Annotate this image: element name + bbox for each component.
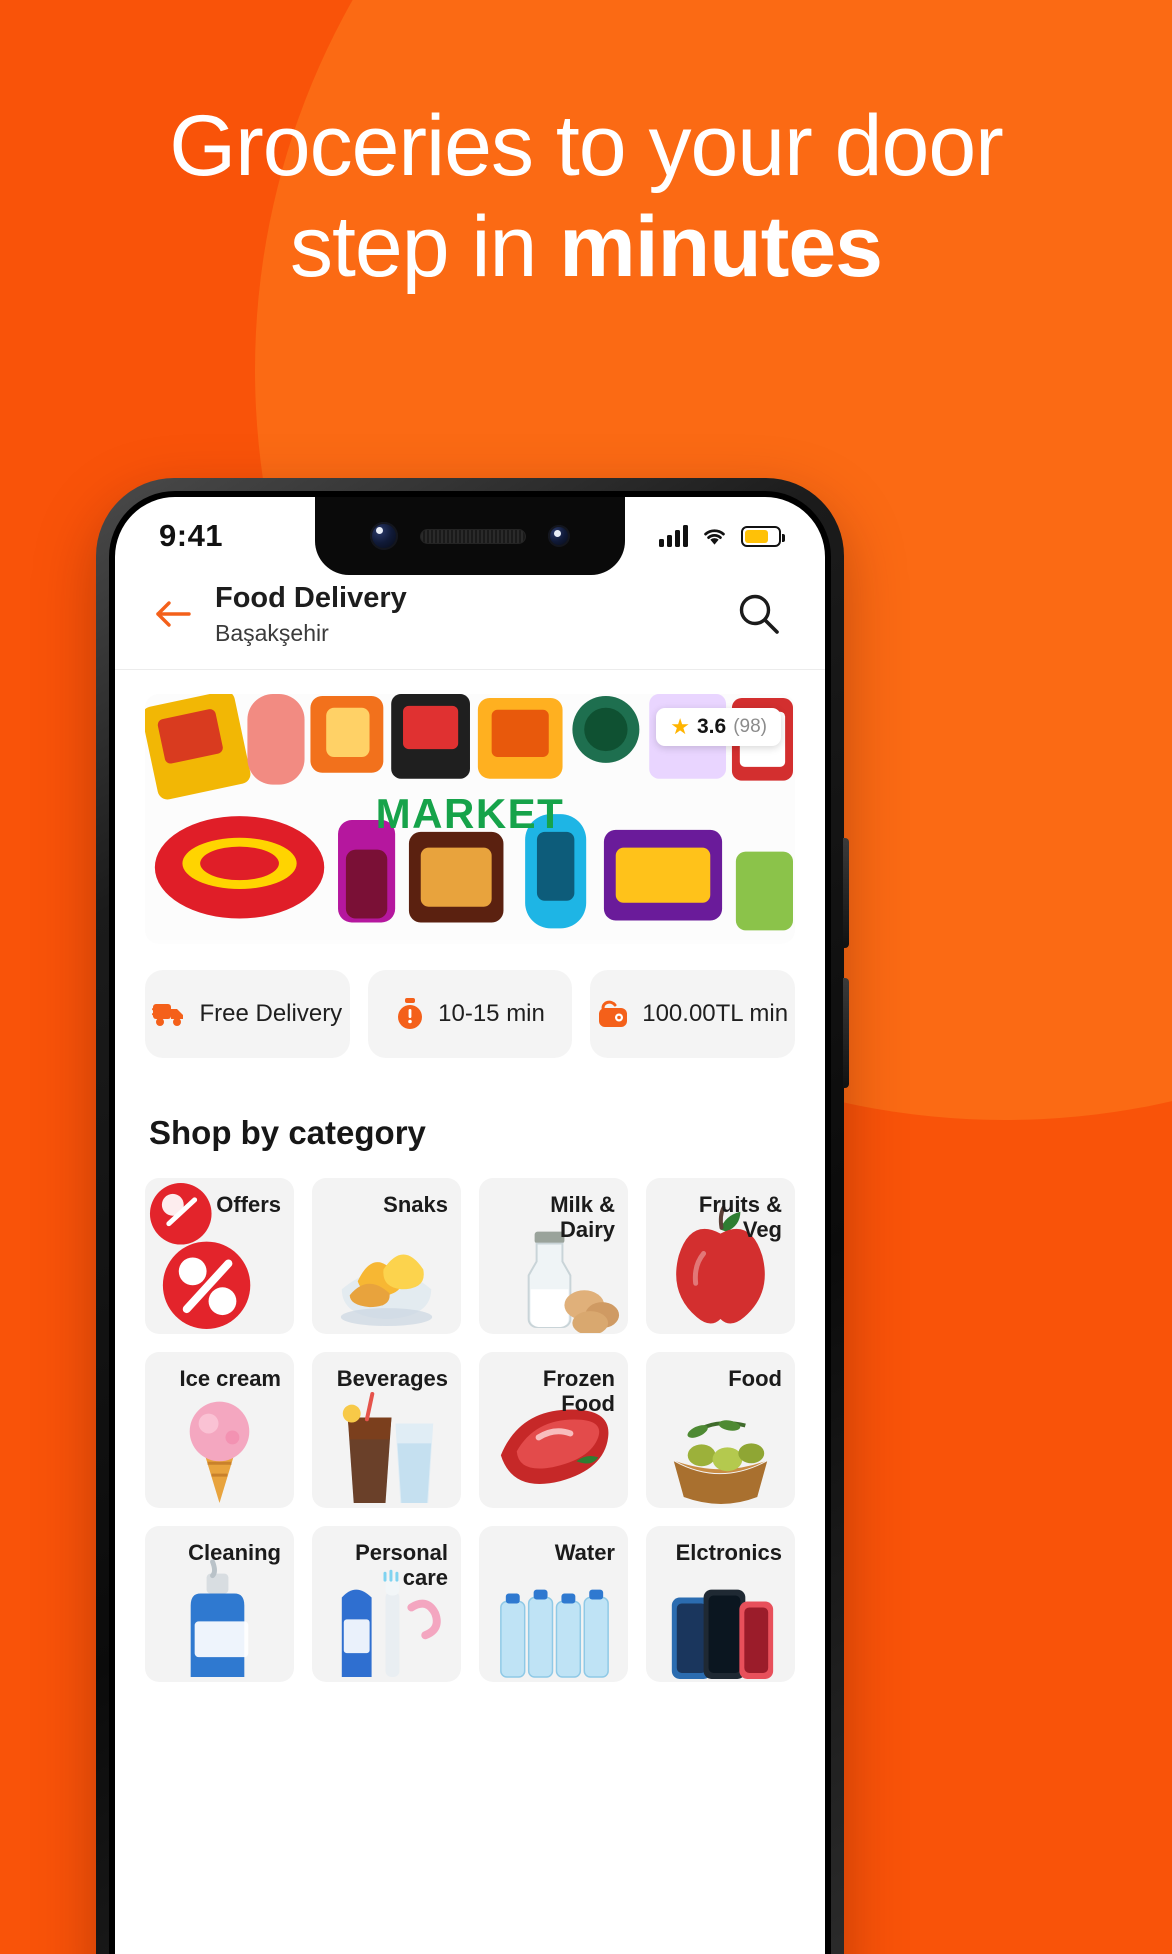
pill-label: 100.00TL min <box>642 999 789 1027</box>
category-label: Personal care <box>355 1539 448 1591</box>
banner-brand-text: MARKET <box>375 789 565 837</box>
category-tile-ice-cream[interactable]: Ice cream <box>145 1351 294 1508</box>
store-banner[interactable]: MARKET ★ 3.6 (98) <box>145 693 795 944</box>
pill-label: 10-15 min <box>438 999 545 1027</box>
category-tile-water[interactable]: Water <box>479 1525 628 1682</box>
wifi-icon <box>704 528 725 545</box>
phone-volume-button <box>843 838 849 948</box>
phone-mockup: 9:41 Food Delivery Başakşehir MARKET ★ 3… <box>96 478 849 1954</box>
page-content: MARKET ★ 3.6 (98) Free Delivery 10-15 mi… <box>115 670 825 1682</box>
category-label: Ice cream <box>179 1365 281 1391</box>
category-label: Offers <box>216 1191 281 1217</box>
timer-icon <box>398 997 423 1029</box>
promo-headline-line2-plain: step in <box>289 198 560 295</box>
search-icon[interactable] <box>733 588 785 640</box>
category-tile-cleaning[interactable]: Cleaning <box>145 1525 294 1682</box>
category-label: Elctronics <box>675 1539 782 1565</box>
rating-badge: ★ 3.6 (98) <box>656 707 781 746</box>
info-pills: Free Delivery 10-15 min 100.00TL min <box>145 969 796 1058</box>
category-tile-frozen-food[interactable]: Frozen Food <box>479 1351 628 1508</box>
delivery-truck-icon <box>152 1003 184 1026</box>
phone-screen: 9:41 Food Delivery Başakşehir MARKET ★ 3… <box>115 497 825 1954</box>
battery-icon <box>741 525 785 547</box>
category-tile-milk-dairy[interactable]: Milk & Dairy <box>479 1177 628 1334</box>
category-label: Snaks <box>383 1191 448 1217</box>
wallet-icon <box>599 1000 628 1027</box>
category-tile-fruits-veg[interactable]: Fruits & Veg <box>646 1177 795 1334</box>
category-tile-personal-care[interactable]: Personal care <box>312 1525 461 1682</box>
status-icons <box>659 525 785 547</box>
pill-delivery-time[interactable]: 10-15 min <box>367 969 573 1058</box>
promo-headline-line2-bold: minutes <box>559 198 883 295</box>
category-label: Water <box>554 1539 615 1565</box>
category-label: Frozen Food <box>542 1365 615 1417</box>
category-label: Milk & Dairy <box>550 1191 615 1243</box>
star-icon: ★ <box>670 713 690 739</box>
page-title: Food Delivery <box>215 582 407 614</box>
page-subtitle: Başakşehir <box>215 619 329 646</box>
category-tile-offers[interactable]: Offers <box>145 1177 294 1334</box>
section-heading: Shop by category <box>149 1113 426 1151</box>
cellular-bars-icon <box>659 525 688 547</box>
pill-free-delivery[interactable]: Free Delivery <box>145 969 350 1058</box>
category-tile-elctronics[interactable]: Elctronics <box>646 1525 795 1682</box>
rating-count: (98) <box>733 715 767 737</box>
phone-power-button <box>843 978 849 1088</box>
category-tile-food[interactable]: Food <box>646 1351 795 1508</box>
status-bar: 9:41 <box>115 497 825 575</box>
pill-minimum-order[interactable]: 100.00TL min <box>590 969 796 1058</box>
rating-value: 3.6 <box>697 714 727 738</box>
app-header: Food Delivery Başakşehir <box>115 575 825 670</box>
back-arrow-icon[interactable] <box>149 590 197 638</box>
category-label: Cleaning <box>188 1539 281 1565</box>
promo-headline-line1: Groceries to your door <box>169 98 1004 194</box>
status-time: 9:41 <box>159 518 224 553</box>
phone-bezel: 9:41 Food Delivery Başakşehir MARKET ★ 3… <box>109 491 831 1954</box>
category-tile-beverages[interactable]: Beverages <box>312 1351 461 1508</box>
header-titles: Food Delivery Başakşehir <box>215 581 733 647</box>
category-grid: Offers Snaks Milk & Dairy Fruits & Veg I… <box>145 1177 795 1682</box>
category-label: Food <box>728 1365 782 1391</box>
promo-headline: Groceries to your door step in minutes <box>0 96 1172 297</box>
category-label: Beverages <box>336 1365 448 1391</box>
category-label: Fruits & Veg <box>698 1191 782 1243</box>
pill-label: Free Delivery <box>199 999 343 1027</box>
category-tile-snaks[interactable]: Snaks <box>312 1177 461 1334</box>
